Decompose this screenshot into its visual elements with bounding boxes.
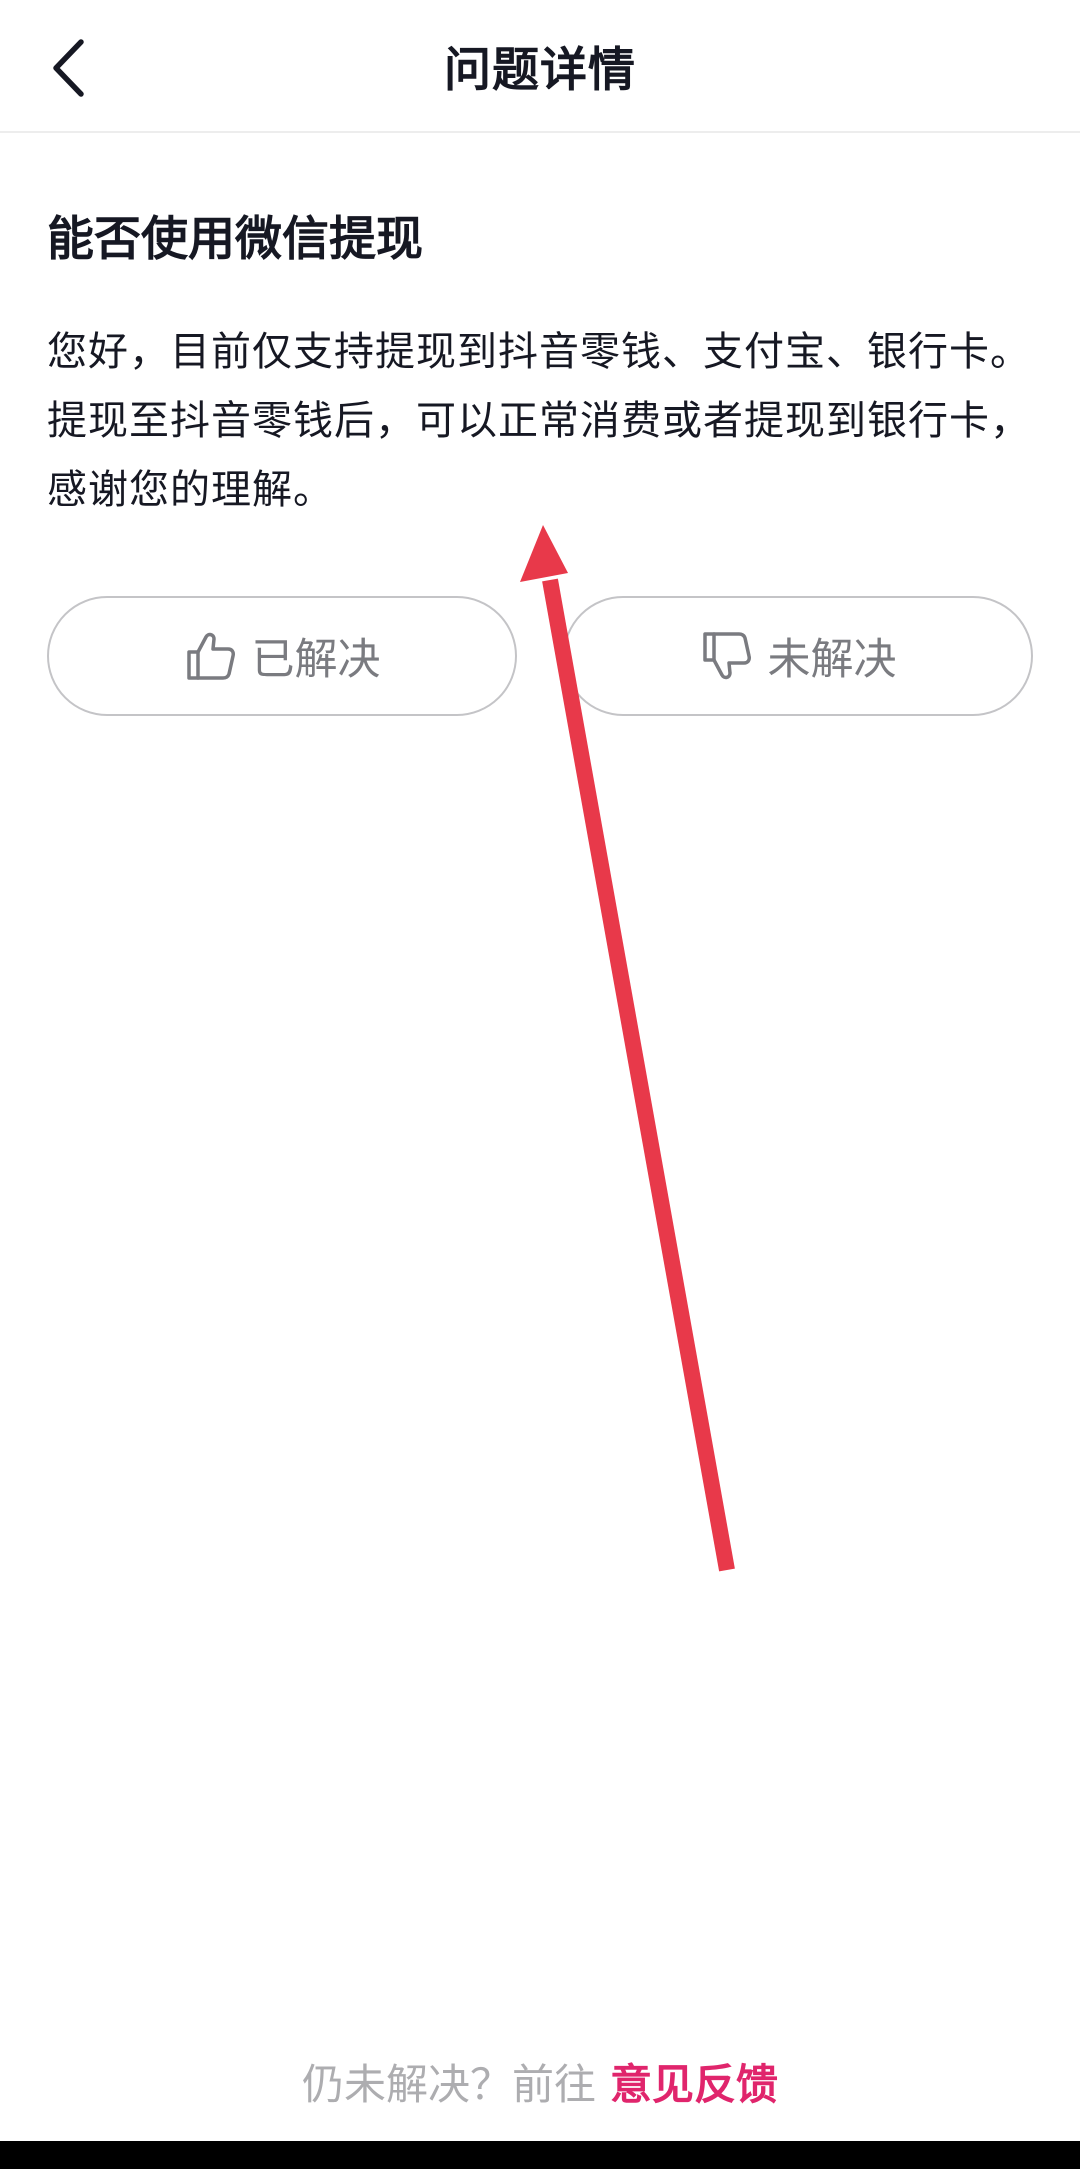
unsolved-button[interactable]: 未解决 <box>563 596 1033 716</box>
chevron-left-icon <box>53 39 84 97</box>
question-title: 能否使用微信提现 <box>47 212 423 267</box>
system-nav-bar <box>0 2141 1080 2169</box>
thumbs-up-icon <box>184 629 238 683</box>
page-title: 问题详情 <box>444 43 636 98</box>
footer-prompt: 仍未解决？前往 <box>301 2059 596 2109</box>
unsolved-label: 未解决 <box>767 635 897 685</box>
answer-text: 您好，目前仅支持提现到抖音零钱、支付宝、银行卡。提现至抖音零钱后，可以正常消费或… <box>47 329 1031 513</box>
thumbs-down-icon <box>700 629 754 683</box>
solved-button[interactable]: 已解决 <box>47 596 517 716</box>
solved-label: 已解决 <box>251 635 381 685</box>
footer-feedback: 仍未解决？前往 意见反馈 <box>0 2046 1080 2116</box>
header-bar: 问题详情 <box>0 0 1080 133</box>
feedback-link[interactable]: 意见反馈 <box>610 2051 778 2112</box>
help-detail-page: 问题详情 能否使用微信提现 您好，目前仅支持提现到抖音零钱、支付宝、银行卡。提现… <box>0 0 1080 2169</box>
back-button[interactable] <box>36 30 100 106</box>
